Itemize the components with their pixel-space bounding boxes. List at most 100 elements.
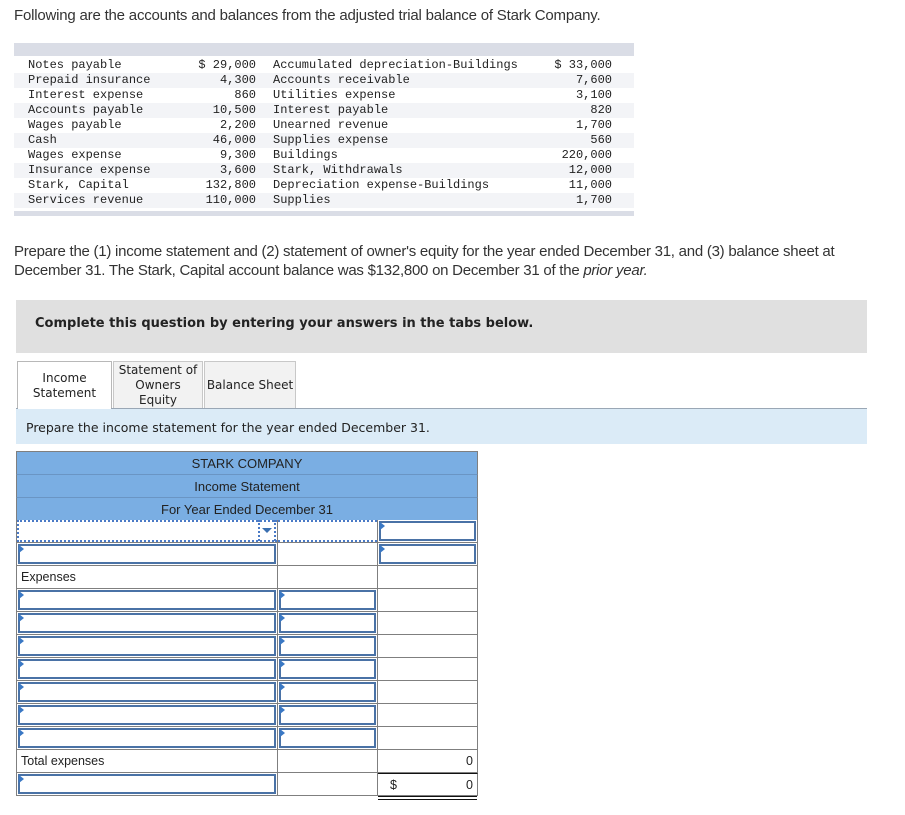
instruction-bar: Prepare the income statement for the yea…	[16, 409, 867, 444]
account-name: Services revenue	[28, 193, 144, 207]
tab-balance-sheet[interactable]: Balance Sheet	[204, 361, 296, 409]
expense-amount-cell	[278, 635, 378, 658]
tab-income-statement-line2: Statement	[32, 385, 97, 400]
expenses-label-cell: Expenses	[17, 566, 278, 589]
expense-amount-input[interactable]	[279, 705, 376, 725]
account-name: Prepaid insurance	[28, 73, 151, 87]
expense-total-cell	[378, 612, 478, 635]
expense-amount-cell	[278, 612, 378, 635]
expense-total-cell	[378, 727, 478, 750]
account-name: Depreciation expense-Buildings	[273, 178, 490, 192]
expense-amount-cell	[278, 589, 378, 612]
revenue-label-input[interactable]	[18, 544, 276, 564]
expense-label-cell	[17, 704, 278, 727]
account-balance: 820	[590, 103, 612, 117]
account-balance: 3,600	[219, 163, 256, 177]
account-balance: 46,000	[212, 133, 256, 147]
account-balance: 1,700	[575, 193, 612, 207]
account-balance: 220,000	[561, 148, 612, 162]
expense-amount-cell	[278, 704, 378, 727]
account-name: Accounts receivable	[273, 73, 410, 87]
trial-balance-row: Wages expense 9,300 Buildings 220,000	[14, 148, 634, 163]
tab-income-statement[interactable]: Income Statement	[17, 361, 112, 409]
tab-income-statement-line1: Income	[42, 370, 87, 385]
expense-rows	[17, 589, 478, 750]
expenses-label-amount-cell	[378, 566, 478, 589]
expense-label-input[interactable]	[18, 705, 276, 725]
revenue-dropdown[interactable]	[17, 520, 277, 542]
total-expenses-label-cell: Total expenses	[17, 750, 278, 773]
account-name: Supplies expense	[273, 133, 389, 147]
account-balance: 12,000	[568, 163, 612, 177]
expense-label-input[interactable]	[18, 682, 276, 702]
expense-label-input[interactable]	[18, 636, 276, 656]
net-income-amount-cell: $ 0	[378, 773, 478, 800]
revenue-amount-input[interactable]	[379, 544, 476, 564]
trial-balance-row: Prepaid insurance 4,300 Accounts receivabl…	[14, 73, 634, 88]
expense-amount-input[interactable]	[279, 659, 376, 679]
account-balance: $ 33,000	[554, 58, 612, 72]
net-income-row: $ 0	[17, 773, 478, 800]
expense-total-cell	[378, 635, 478, 658]
statement-title: Income Statement	[16, 474, 478, 497]
expense-amount-input[interactable]	[279, 613, 376, 633]
trial-balance-rows: Notes payable $ 29,000 Accumulated depreci…	[14, 56, 634, 208]
trial-balance-row: Accounts payable 10,500 Interest payable 82…	[14, 103, 634, 118]
revenue-label-cell	[17, 543, 278, 566]
account-balance: 110,000	[205, 193, 256, 207]
trial-balance-row: Stark, Capital 132,800 Depreciation expens…	[14, 178, 634, 193]
expense-amount-input[interactable]	[279, 728, 376, 748]
expense-amount-input[interactable]	[279, 590, 376, 610]
account-balance: 10,500	[212, 103, 256, 117]
statement-period: For Year Ended December 31	[16, 497, 478, 520]
expense-label-input[interactable]	[18, 728, 276, 748]
expense-total-cell	[378, 681, 478, 704]
account-balance: 9,300	[219, 148, 256, 162]
expense-amount-input[interactable]	[279, 682, 376, 702]
prompt-italic: prior year.	[583, 262, 648, 279]
account-name: Interest expense	[28, 88, 144, 102]
revenue-dropdown-cell	[17, 520, 278, 543]
total-expenses-label: Total expenses	[21, 754, 105, 768]
total-expenses-amount-cell: 0	[378, 750, 478, 773]
net-income-label-cell	[17, 773, 278, 796]
tab-soe-line3: Equity	[139, 393, 177, 407]
tab-soe-line2: Owners	[135, 378, 181, 392]
expense-label-input[interactable]	[18, 659, 276, 679]
trial-balance-row: Services revenue 110,000 Supplies 1,700	[14, 193, 634, 208]
account-name: Interest payable	[273, 103, 389, 117]
account-name: Stark, Capital	[28, 178, 129, 192]
tab-balance-sheet-label: Balance Sheet	[206, 378, 294, 392]
expense-total-cell	[378, 589, 478, 612]
trial-balance-header-bar	[14, 43, 634, 56]
total-expenses-row: Total expenses 0	[17, 750, 478, 773]
double-underline	[378, 796, 477, 800]
revenue-header-amount-input[interactable]	[379, 521, 476, 541]
trial-balance-row: Notes payable $ 29,000 Accumulated depreci…	[14, 58, 634, 73]
expense-row	[17, 704, 478, 727]
account-name: Accounts payable	[28, 103, 144, 117]
expenses-label: Expenses	[21, 570, 76, 584]
expense-label-input[interactable]	[18, 590, 276, 610]
dropdown-arrow-icon[interactable]	[258, 520, 276, 541]
expense-amount-input[interactable]	[279, 636, 376, 656]
tab-statement-of-owners-equity[interactable]: Statement of Owners Equity	[113, 361, 203, 409]
account-balance: 132,800	[205, 178, 256, 192]
account-balance: 2,200	[219, 118, 256, 132]
account-name: Utilities expense	[273, 88, 396, 102]
expense-label-input[interactable]	[18, 613, 276, 633]
instruction-text: Prepare the income statement for the yea…	[26, 420, 430, 435]
expense-row	[17, 589, 478, 612]
net-income-label-input[interactable]	[18, 774, 276, 794]
question-prompt: Prepare the (1) income statement and (2)…	[14, 242, 904, 280]
net-income-value: 0	[466, 778, 473, 792]
account-name: Insurance expense	[28, 163, 151, 177]
trial-balance-table: Notes payable $ 29,000 Accumulated depreci…	[14, 43, 634, 216]
expense-total-cell	[378, 658, 478, 681]
expense-label-cell	[17, 658, 278, 681]
account-balance: 860	[234, 88, 256, 102]
expense-amount-cell	[278, 727, 378, 750]
complete-banner: Complete this question by entering your …	[16, 300, 867, 353]
expense-amount-cell	[278, 658, 378, 681]
expense-label-cell	[17, 727, 278, 750]
